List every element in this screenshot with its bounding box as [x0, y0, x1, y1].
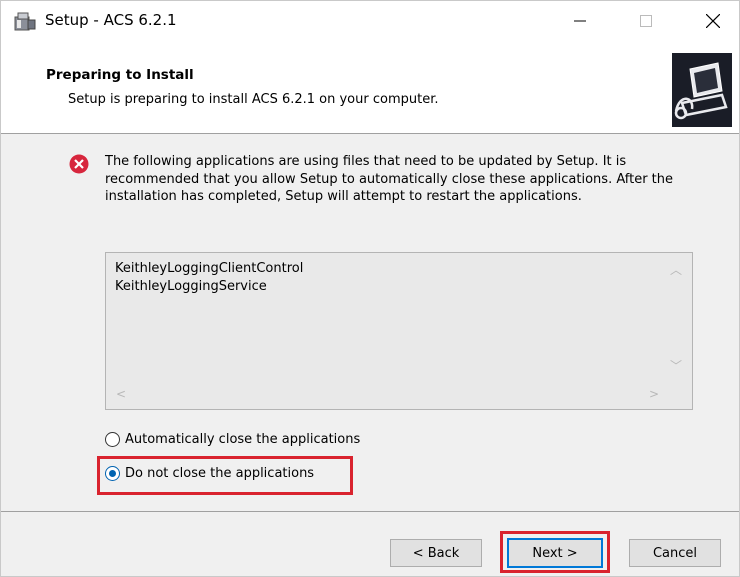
back-button[interactable]: < Back [390, 539, 482, 567]
setup-window: Setup - ACS 6.2.1 Preparing to Install S… [0, 0, 740, 577]
do-not-close-option[interactable]: Do not close the applications [105, 466, 314, 481]
do-not-close-radio[interactable] [105, 466, 120, 481]
applications-list[interactable]: KeithleyLoggingClientControl KeithleyLog… [105, 252, 693, 410]
cancel-button[interactable]: Cancel [629, 539, 721, 567]
do-not-close-label: Do not close the applications [125, 466, 315, 481]
minimize-icon [574, 20, 586, 21]
scroll-left-icon[interactable]: < [116, 387, 126, 401]
installer-icon [14, 12, 36, 31]
info-message: The following applications are using fil… [105, 154, 674, 204]
page-title: Preparing to Install [46, 67, 194, 83]
minimize-button[interactable] [557, 1, 603, 40]
computer-logo-icon [672, 53, 732, 127]
close-button[interactable] [690, 1, 736, 40]
scroll-down-icon[interactable]: ﹀ [670, 357, 682, 374]
auto-close-option[interactable]: Automatically close the applications [105, 432, 360, 447]
title-bar[interactable]: Setup - ACS 6.2.1 [1, 1, 739, 40]
list-item[interactable]: KeithleyLoggingService [115, 279, 267, 294]
scroll-up-icon[interactable]: ︿ [670, 261, 682, 278]
scroll-right-icon[interactable]: > [649, 387, 659, 401]
auto-close-label: Automatically close the applications [125, 432, 361, 447]
next-button[interactable]: Next > [507, 538, 603, 568]
close-icon [706, 13, 720, 28]
list-item[interactable]: KeithleyLoggingClientControl [115, 261, 303, 276]
window-title: Setup - ACS 6.2.1 [45, 11, 177, 29]
maximize-button[interactable] [623, 1, 669, 40]
page-subtitle: Setup is preparing to install ACS 6.2.1 … [68, 92, 439, 107]
error-icon [69, 154, 89, 174]
wizard-header: Preparing to Install Setup is preparing … [1, 40, 739, 134]
footer-divider [1, 511, 739, 512]
auto-close-radio[interactable] [105, 432, 120, 447]
maximize-icon [640, 14, 652, 27]
